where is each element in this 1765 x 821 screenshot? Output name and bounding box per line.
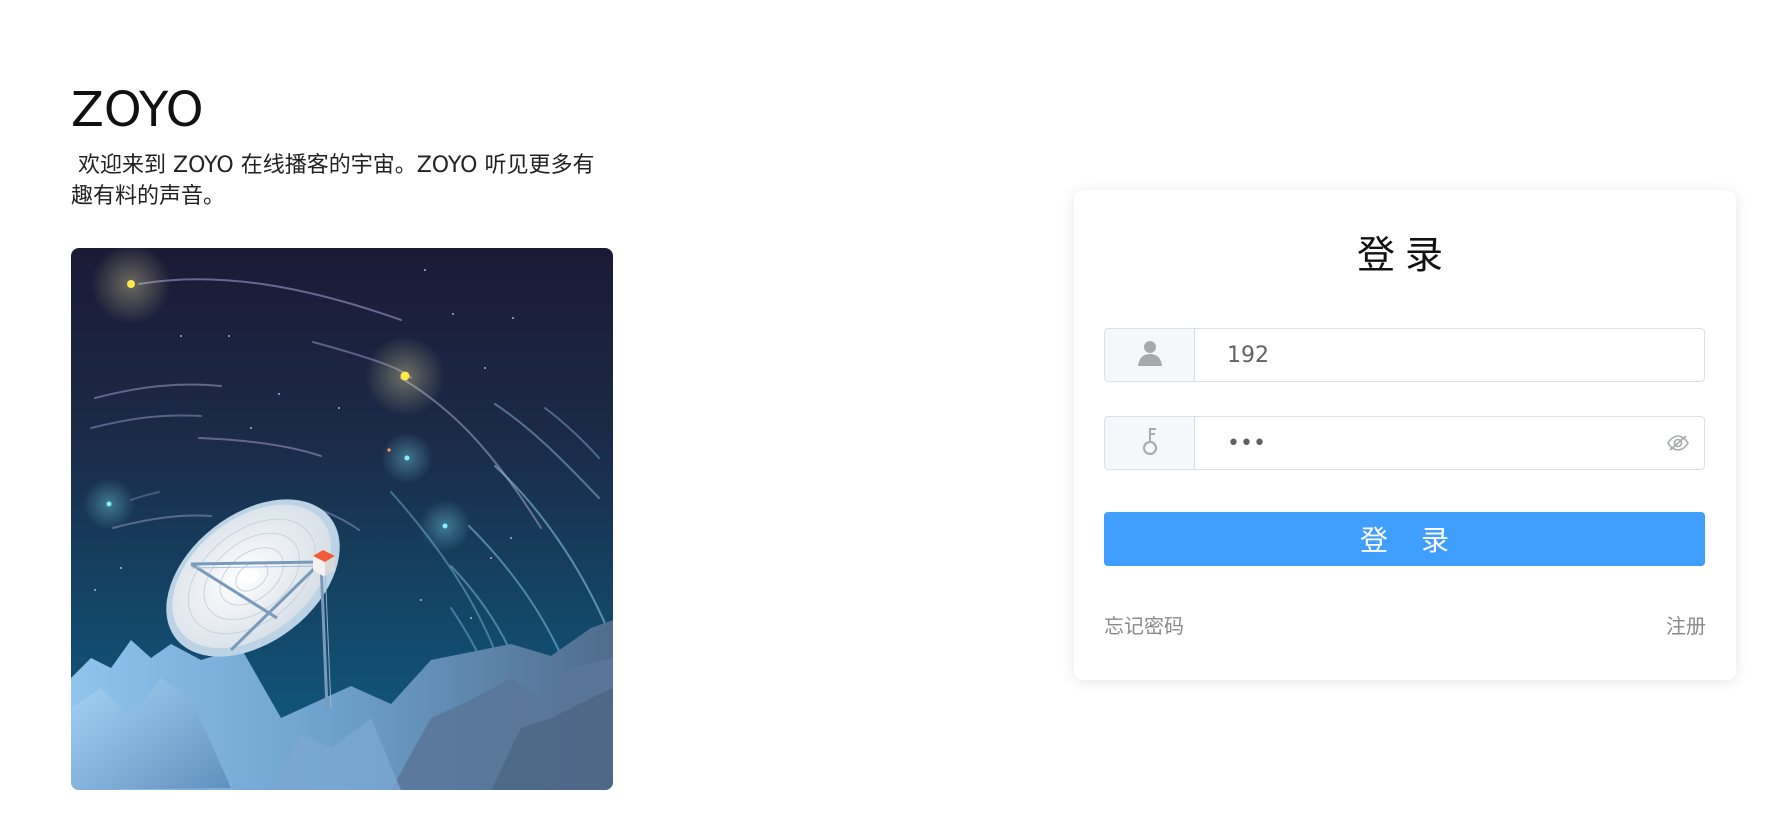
radio-telescope-illustration bbox=[71, 248, 613, 790]
brand-description: 欢迎来到 ZOYO 在线播客的宇宙。ZOYO 听见更多有趣有料的声音。 bbox=[71, 153, 595, 209]
forgot-password-link[interactable]: 忘记密码 bbox=[1104, 610, 1184, 639]
user-icon bbox=[1137, 339, 1163, 371]
password-input[interactable] bbox=[1195, 417, 1652, 469]
login-card: 登录 192 ••• 登 录 忘记密码 注册 bbox=[1074, 190, 1736, 680]
username-field bbox=[1104, 328, 1705, 382]
password-field bbox=[1104, 416, 1705, 470]
login-title: 登录 bbox=[1356, 233, 1453, 277]
username-prefix bbox=[1105, 329, 1195, 381]
username-input[interactable] bbox=[1195, 329, 1704, 381]
password-prefix bbox=[1105, 417, 1195, 469]
eye-off-icon[interactable] bbox=[1652, 417, 1704, 469]
brand-block: ZOYO 欢迎来到 ZOYO 在线播客的宇宙。ZOYO 听见更多有趣有料的声音。 bbox=[71, 86, 631, 212]
brand-title: ZOYO bbox=[71, 82, 204, 138]
login-button[interactable]: 登 录 bbox=[1104, 512, 1705, 566]
register-link[interactable]: 注册 bbox=[1666, 610, 1706, 639]
key-icon bbox=[1140, 426, 1160, 460]
login-page: ZOYO 欢迎来到 ZOYO 在线播客的宇宙。ZOYO 听见更多有趣有料的声音。 bbox=[0, 0, 1765, 821]
